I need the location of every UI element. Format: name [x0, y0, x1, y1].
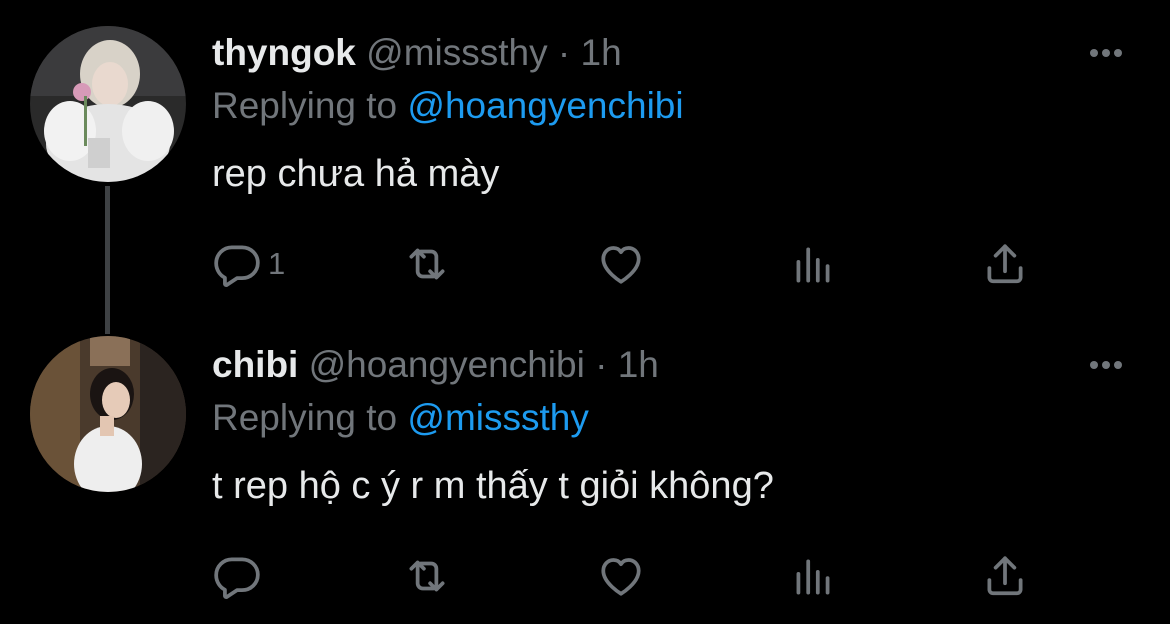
retweet-icon [409, 248, 445, 280]
tweet-header: thyngok @misssthy · 1h [212, 30, 622, 76]
separator-dot: · [595, 344, 608, 385]
share-button[interactable] [980, 236, 1030, 292]
replying-to-mention[interactable]: @misssthy [407, 397, 588, 438]
views-icon [796, 559, 830, 595]
retweet-button[interactable] [402, 548, 452, 604]
tweet[interactable]: thyngok @misssthy · 1h Replying to @hoan… [0, 0, 1170, 334]
reply-icon [214, 245, 260, 287]
user-handle[interactable]: @hoangyenchibi [309, 344, 585, 385]
timestamp[interactable]: 1h [618, 344, 659, 385]
more-icon [1090, 361, 1122, 369]
replying-to: Replying to @hoangyenchibi [212, 83, 684, 129]
more-options-button[interactable] [1086, 38, 1126, 68]
reply-icon [214, 557, 260, 599]
like-icon [601, 558, 641, 596]
tweet-actions: 1 [212, 236, 1042, 292]
reply-thread: thyngok @misssthy · 1h Replying to @hoan… [0, 0, 1170, 624]
user-handle[interactable]: @misssthy [366, 32, 547, 73]
like-button[interactable] [596, 548, 646, 604]
like-icon [601, 246, 641, 284]
tweet-text: rep chưa hả mày [212, 153, 500, 195]
tweet-text: t rep hộ c ý r m thấy t giỏi không? [212, 465, 774, 507]
like-button[interactable] [596, 236, 646, 292]
reply-button[interactable] [212, 548, 268, 604]
display-name[interactable]: chibi [212, 344, 298, 385]
reply-count: 1 [268, 246, 286, 281]
share-icon [987, 244, 1023, 284]
retweet-icon [409, 560, 445, 592]
replying-prefix: Replying to [212, 397, 398, 438]
reply-button[interactable]: 1 [212, 236, 285, 292]
avatar[interactable] [30, 336, 186, 492]
separator-dot: · [557, 32, 571, 73]
timestamp[interactable]: 1h [581, 32, 622, 73]
replying-to: Replying to @misssthy [212, 395, 589, 441]
retweet-button[interactable] [402, 236, 452, 292]
tweet-header: chibi @hoangyenchibi · 1h [212, 342, 659, 388]
views-icon [796, 247, 830, 283]
display-name[interactable]: thyngok [212, 32, 356, 73]
share-icon [987, 556, 1023, 596]
replying-to-mention[interactable]: @hoangyenchibi [407, 85, 683, 126]
views-button[interactable] [788, 236, 838, 292]
avatar-photo [30, 26, 186, 182]
avatar-photo [30, 336, 186, 492]
share-button[interactable] [980, 548, 1030, 604]
views-button[interactable] [788, 548, 838, 604]
more-options-button[interactable] [1086, 350, 1126, 380]
tweet[interactable]: chibi @hoangyenchibi · 1h Replying to @m… [0, 312, 1170, 624]
tweet-actions [212, 548, 1042, 604]
replying-prefix: Replying to [212, 85, 398, 126]
more-icon [1090, 49, 1122, 57]
avatar[interactable] [30, 26, 186, 182]
